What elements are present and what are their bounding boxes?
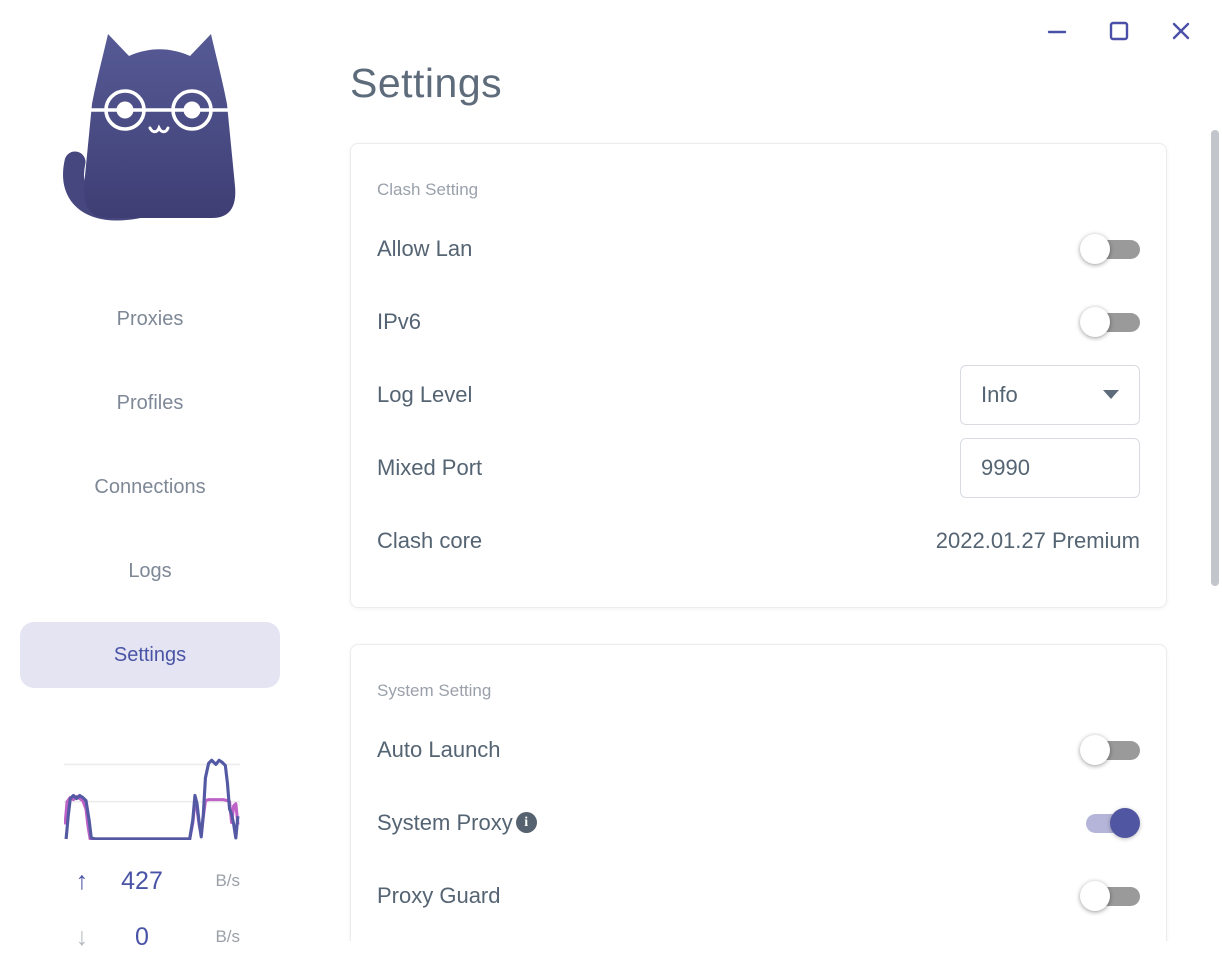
sidebar-item-settings[interactable]: Settings — [20, 622, 280, 688]
close-icon — [1172, 22, 1190, 40]
toggle-thumb — [1080, 734, 1110, 765]
sidebar: Proxies Profiles Connections Logs Settin… — [0, 0, 300, 956]
download-speed-unit: B/s — [215, 927, 240, 946]
auto-launch-label: Auto Launch — [377, 736, 501, 762]
ipv6-label: IPv6 — [377, 308, 422, 334]
allow-lan-toggle[interactable] — [1080, 232, 1140, 266]
mixed-port-input[interactable] — [960, 437, 1140, 498]
proxy-guard-toggle[interactable] — [1080, 879, 1140, 913]
sidebar-item-connections[interactable]: Connections — [20, 454, 280, 520]
toggle-thumb — [1110, 807, 1140, 838]
toggle-thumb — [1080, 306, 1110, 337]
sidebar-item-profiles[interactable]: Profiles — [20, 370, 280, 436]
maximize-icon — [1109, 21, 1129, 41]
upload-speed-row: ↑ 427 B/s — [60, 861, 250, 901]
system-proxy-row: System Proxy i — [377, 786, 1140, 859]
allow-lan-row: Allow Lan — [377, 212, 1140, 285]
download-speed-value: 0 — [135, 922, 149, 951]
system-proxy-label-text: System Proxy — [377, 809, 513, 835]
upload-speed-value: 427 — [121, 866, 163, 895]
ipv6-toggle[interactable] — [1080, 305, 1140, 339]
log-level-label: Log Level — [377, 381, 473, 407]
toggle-thumb — [1080, 233, 1110, 264]
clash-cat-logo — [63, 34, 236, 221]
sidebar-item-label: Connections — [94, 475, 206, 498]
clash-core-row: Clash core 2022.01.27 Premium — [377, 504, 1140, 577]
minimize-button[interactable] — [1044, 18, 1070, 44]
toggle-thumb — [1080, 880, 1110, 911]
mixed-port-row: Mixed Port — [377, 431, 1140, 504]
upload-arrow-icon: ↑ — [75, 866, 89, 895]
ipv6-row: IPv6 — [377, 285, 1140, 358]
sidebar-item-label: Logs — [128, 559, 172, 582]
card-title: System Setting — [377, 681, 492, 700]
system-setting-card: System Setting Auto Launch System Proxy … — [350, 644, 1167, 941]
close-button[interactable] — [1168, 18, 1194, 44]
scrollbar-thumb[interactable] — [1211, 130, 1219, 586]
upload-speed-unit: B/s — [215, 871, 240, 890]
sidebar-item-label: Proxies — [116, 307, 184, 330]
chevron-down-icon — [1103, 390, 1119, 399]
sidebar-nav: Proxies Profiles Connections Logs Settin… — [0, 286, 300, 706]
page-title: Settings — [350, 60, 503, 106]
main-content: Settings Clash Setting Allow Lan IPv6 Lo… — [300, 0, 1180, 941]
sidebar-item-label: Profiles — [116, 391, 184, 414]
sidebar-item-proxies[interactable]: Proxies — [20, 286, 280, 352]
clash-core-version: 2022.01.27 Premium — [935, 527, 1140, 553]
log-level-selected-value: Info — [981, 381, 1018, 407]
maximize-button[interactable] — [1106, 18, 1132, 44]
minimize-icon — [1047, 30, 1067, 34]
sidebar-item-label: Settings — [113, 643, 187, 666]
auto-launch-toggle[interactable] — [1080, 733, 1140, 767]
sidebar-item-logs[interactable]: Logs — [20, 538, 280, 604]
mixed-port-label: Mixed Port — [377, 454, 483, 480]
info-icon[interactable]: i — [515, 812, 537, 833]
log-level-select[interactable]: Info — [960, 364, 1140, 425]
log-level-row: Log Level Info — [377, 358, 1140, 431]
proxy-guard-label: Proxy Guard — [377, 882, 501, 908]
allow-lan-label: Allow Lan — [377, 235, 473, 261]
auto-launch-row: Auto Launch — [377, 713, 1140, 786]
card-title: Clash Setting — [377, 180, 479, 199]
window-controls — [1044, 18, 1194, 44]
system-proxy-label: System Proxy i — [377, 810, 537, 836]
traffic-monitor: ↑ 427 B/s ↓ 0 B/s — [60, 752, 250, 956]
traffic-graph — [63, 758, 240, 841]
system-proxy-toggle[interactable] — [1080, 806, 1140, 840]
proxy-guard-row: Proxy Guard — [377, 859, 1140, 932]
clash-core-label: Clash core — [377, 527, 483, 553]
download-speed-row: ↓ 0 B/s — [60, 917, 250, 956]
download-arrow-icon: ↓ — [75, 922, 89, 951]
clash-setting-card: Clash Setting Allow Lan IPv6 Log Level I… — [350, 143, 1167, 608]
